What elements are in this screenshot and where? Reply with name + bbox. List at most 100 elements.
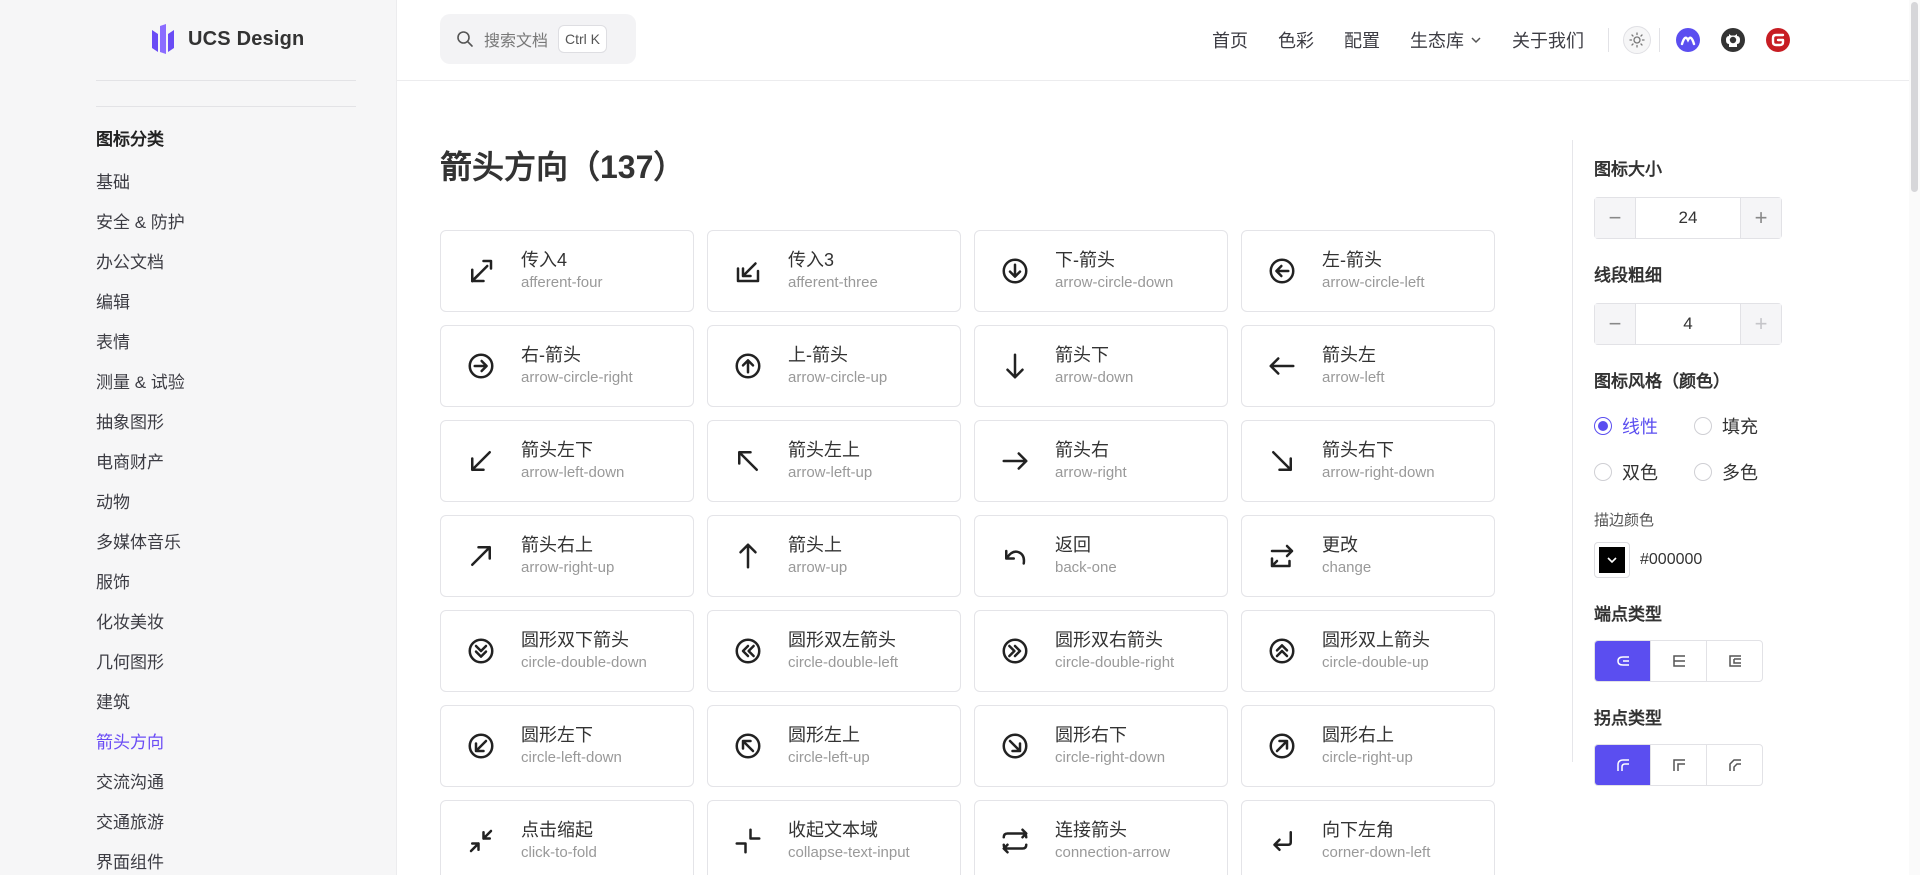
size-decrement-button[interactable]: − xyxy=(1595,198,1635,238)
icon-card[interactable]: 箭头左上 arrow-left-up xyxy=(707,420,961,502)
linejoin-miter-option[interactable] xyxy=(1651,745,1707,785)
linejoin-miter-icon xyxy=(1672,759,1685,771)
icon-card[interactable]: 圆形左下 circle-left-down xyxy=(440,705,694,787)
linecap-butt-option[interactable] xyxy=(1651,641,1707,681)
stroke-increment-button[interactable]: + xyxy=(1741,304,1781,344)
sidebar-item[interactable]: 界面组件 xyxy=(96,843,356,875)
icon-card[interactable]: 右-箭头 arrow-circle-right xyxy=(440,325,694,407)
icon-name-zh: 连接箭头 xyxy=(1055,820,1127,840)
sidebar-item[interactable]: 交流沟通 xyxy=(96,763,356,803)
gitee-link[interactable] xyxy=(1764,26,1792,54)
sidebar-item[interactable]: 测量 & 试验 xyxy=(96,363,356,403)
icon-name-en: change xyxy=(1322,559,1372,576)
size-increment-button[interactable]: + xyxy=(1741,198,1781,238)
icon-card[interactable]: 收起文本域 collapse-text-input xyxy=(707,800,961,875)
icon-card[interactable]: 传入4 afferent-four xyxy=(440,230,694,312)
sidebar-item[interactable]: 多媒体音乐 xyxy=(96,523,356,563)
icon-card[interactable]: 更改 change xyxy=(1241,515,1495,597)
icon-card[interactable]: 箭头右上 arrow-right-up xyxy=(440,515,694,597)
icon-grid: 传入4 afferent-four 传入3 afferent-three 下-箭头 arr… xyxy=(440,230,1495,875)
icon-card[interactable]: 箭头下 arrow-down xyxy=(974,325,1228,407)
nav-about[interactable]: 关于我们 xyxy=(1512,27,1584,53)
icon-card-text: 圆形双下箭头 circle-double-down xyxy=(521,628,647,674)
icon-card[interactable]: 传入3 afferent-three xyxy=(707,230,961,312)
icon-card[interactable]: 下-箭头 arrow-circle-down xyxy=(974,230,1228,312)
linecap-round-option[interactable] xyxy=(1595,641,1651,681)
arrow-down-icon xyxy=(999,350,1031,382)
icon-card[interactable]: 圆形双上箭头 circle-double-up xyxy=(1241,610,1495,692)
linecap-label: 端点类型 xyxy=(1594,605,1662,624)
icon-name-en: arrow-left xyxy=(1322,369,1385,386)
style-radio-multi-color[interactable]: 多色 xyxy=(1694,459,1794,485)
icon-card[interactable]: 圆形右上 circle-right-up xyxy=(1241,705,1495,787)
icon-card[interactable]: 上-箭头 arrow-circle-up xyxy=(707,325,961,407)
settings-panel: 图标大小 − 24 + 线段粗细 − 4 + 图标风格（颜色） 线性 填充 双色… xyxy=(1594,155,1834,786)
linejoin-bevel-option[interactable] xyxy=(1707,745,1762,785)
radio-dot xyxy=(1594,463,1612,481)
icon-name-en: arrow-right xyxy=(1055,464,1127,481)
size-value[interactable]: 24 xyxy=(1635,198,1741,238)
icon-card[interactable]: 箭头右下 arrow-right-down xyxy=(1241,420,1495,502)
sidebar-item[interactable]: 化妆美妆 xyxy=(96,603,356,643)
icon-card[interactable]: 箭头右 arrow-right xyxy=(974,420,1228,502)
github-link[interactable] xyxy=(1719,26,1747,54)
icon-card[interactable]: 圆形右下 circle-right-down xyxy=(974,705,1228,787)
icon-size-stepper[interactable]: − 24 + xyxy=(1594,197,1782,239)
icon-card[interactable]: 圆形双右箭头 circle-double-right xyxy=(974,610,1228,692)
icon-card[interactable]: 箭头上 arrow-up xyxy=(707,515,961,597)
icon-name-zh: 传入4 xyxy=(521,250,568,270)
linecap-square-option[interactable] xyxy=(1707,641,1762,681)
icon-card[interactable]: 圆形双左箭头 circle-double-left xyxy=(707,610,961,692)
icon-card[interactable]: 返回 back-one xyxy=(974,515,1228,597)
theme-toggle[interactable] xyxy=(1623,26,1651,54)
sidebar-item[interactable]: 电商财产 xyxy=(96,443,356,483)
sidebar-item[interactable]: 基础 xyxy=(96,163,356,203)
linejoin-round-option[interactable] xyxy=(1595,745,1651,785)
sidebar-item[interactable]: 表情 xyxy=(96,323,356,363)
stroke-width-stepper[interactable]: − 4 + xyxy=(1594,303,1782,345)
scrollbar-thumb[interactable] xyxy=(1911,2,1918,192)
sidebar-item[interactable]: 箭头方向 xyxy=(96,723,356,763)
sidebar-item[interactable]: 服饰 xyxy=(96,563,356,603)
icon-card[interactable]: 连接箭头 connection-arrow xyxy=(974,800,1228,875)
icon-card[interactable]: 圆形左上 circle-left-up xyxy=(707,705,961,787)
icon-card[interactable]: 点击缩起 click-to-fold xyxy=(440,800,694,875)
sidebar-item[interactable]: 动物 xyxy=(96,483,356,523)
nav-config[interactable]: 配置 xyxy=(1344,27,1380,53)
sidebar-item[interactable]: 安全 & 防护 xyxy=(96,203,356,243)
icon-card[interactable]: 箭头左 arrow-left xyxy=(1241,325,1495,407)
style-radio-two-tone[interactable]: 双色 xyxy=(1594,459,1694,485)
sidebar-item[interactable]: 建筑 xyxy=(96,683,356,723)
nav-colors[interactable]: 色彩 xyxy=(1278,27,1314,53)
icon-card[interactable]: 箭头左下 arrow-left-down xyxy=(440,420,694,502)
icon-name-zh: 向下左角 xyxy=(1322,820,1394,840)
icon-card[interactable]: 左-箭头 arrow-circle-left xyxy=(1241,230,1495,312)
color-swatch[interactable] xyxy=(1594,542,1630,578)
sidebar-item[interactable]: 抽象图形 xyxy=(96,403,356,443)
sidebar-item[interactable]: 交通旅游 xyxy=(96,803,356,843)
circle-double-up-icon xyxy=(1266,635,1298,667)
icon-name-en: corner-down-left xyxy=(1322,844,1431,861)
nav-ecosystem-label: 生态库 xyxy=(1410,31,1464,51)
search-placeholder: 搜索文档 xyxy=(484,33,549,50)
icon-card-text: 圆形右下 circle-right-down xyxy=(1055,723,1165,769)
stroke-decrement-button[interactable]: − xyxy=(1595,304,1635,344)
sidebar-item[interactable]: 几何图形 xyxy=(96,643,356,683)
arrow-up-icon xyxy=(732,540,764,572)
logo[interactable]: UCS Design xyxy=(148,22,304,56)
icon-card[interactable]: 向下左角 corner-down-left xyxy=(1241,800,1495,875)
chevron-down-icon xyxy=(1471,37,1481,44)
community-link[interactable] xyxy=(1674,26,1702,54)
circle-double-left-icon xyxy=(732,635,764,667)
icon-name-zh: 圆形双下箭头 xyxy=(521,630,629,650)
stroke-value[interactable]: 4 xyxy=(1635,304,1741,344)
sidebar-item[interactable]: 办公文档 xyxy=(96,243,356,283)
sidebar-item[interactable]: 编辑 xyxy=(96,283,356,323)
nav-home[interactable]: 首页 xyxy=(1212,27,1248,53)
icon-card[interactable]: 圆形双下箭头 circle-double-down xyxy=(440,610,694,692)
style-radio-filled[interactable]: 填充 xyxy=(1694,413,1794,439)
style-radio-outline[interactable]: 线性 xyxy=(1594,413,1694,439)
search-box[interactable]: 搜索文档 Ctrl K xyxy=(440,14,636,64)
nav-ecosystem[interactable]: 生态库 xyxy=(1410,27,1482,53)
page-scrollbar[interactable] xyxy=(1909,0,1920,875)
